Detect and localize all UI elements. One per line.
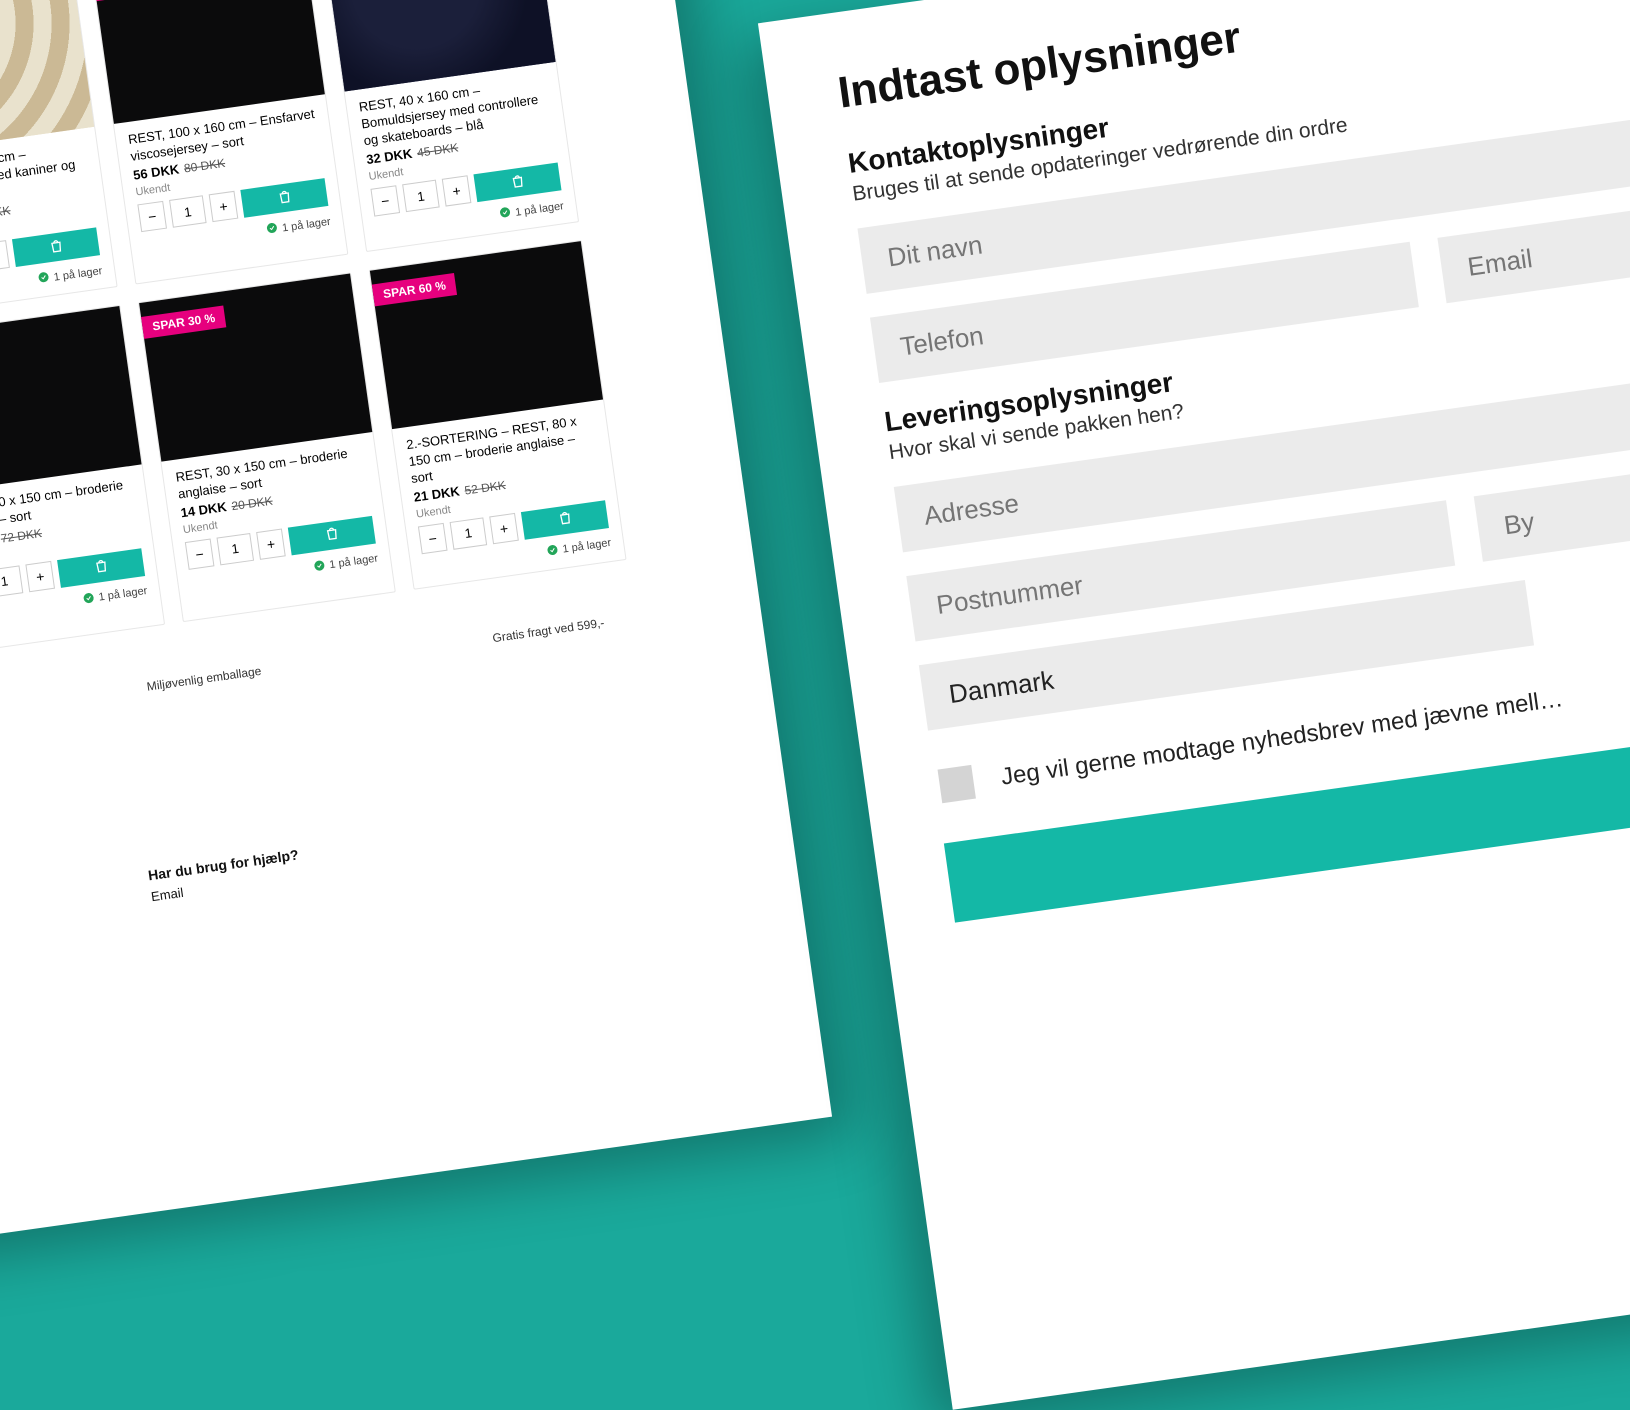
product-card[interactable]: SPAR 30 %REST, 100 x 160 cm – bomuldsjer… [0,0,118,317]
product-image [0,306,142,494]
check-icon [313,559,327,576]
bag-icon [508,172,526,193]
footer-email-label: Email [150,885,184,904]
check-icon [546,543,560,560]
bag-icon [47,237,65,258]
qty-value: 1 [402,180,440,212]
product-card[interactable]: SPAR 30 %REST, 110 x 150 cm – broderie a… [0,305,165,654]
product-listing-panel: …projekt eller blot mindre stykker stof … [0,0,832,1270]
footer-col-help: Har du brug for hjælp? Email [147,846,305,922]
qty-minus-button[interactable]: − [185,538,215,569]
product-card[interactable]: SPAR 60 %2.-SORTERING – REST, 80 x 150 c… [369,240,627,589]
qty-minus-button[interactable]: − [137,201,167,232]
footer-heading: Har du brug for hjælp? [147,846,299,883]
product-image [370,241,603,429]
qty-plus-button[interactable]: + [25,561,55,592]
qty-plus-button[interactable]: + [256,528,286,559]
trust-eco-packaging: Miljøvenlig emballage [146,664,262,694]
product-card[interactable]: SPAR 30 %REST, 30 x 150 cm – broderie an… [138,273,396,622]
product-card[interactable]: SPAR 30 %REST, 100 x 160 cm – Ensfarvet … [91,0,349,285]
qty-value: 1 [216,533,254,565]
checkout-form-panel: Indtast oplysninger Kontaktoplysninger B… [758,0,1630,1410]
qty-minus-button[interactable]: − [370,185,400,216]
trust-free-shipping: Gratis fragt ved 599,- [492,615,606,645]
bag-icon [323,525,341,546]
qty-value: 1 [0,565,23,597]
product-image [139,274,372,462]
newsletter-checkbox[interactable] [938,765,976,803]
bag-icon [556,509,574,530]
product-card[interactable]: SPAR 30 %REST, 40 x 160 cm – Bomuldsjers… [321,0,579,252]
bag-icon [92,557,110,578]
bag-icon [275,188,293,209]
qty-value: 1 [450,517,488,549]
qty-plus-button[interactable]: + [209,191,239,222]
check-icon [82,591,96,608]
check-icon [498,206,512,223]
qty-plus-button[interactable]: + [442,175,472,206]
qty-plus-button[interactable]: + [0,240,10,271]
check-icon [37,271,51,288]
qty-value: 1 [169,195,207,227]
qty-minus-button[interactable]: − [418,523,448,554]
check-icon [265,221,279,238]
qty-plus-button[interactable]: + [489,513,519,544]
